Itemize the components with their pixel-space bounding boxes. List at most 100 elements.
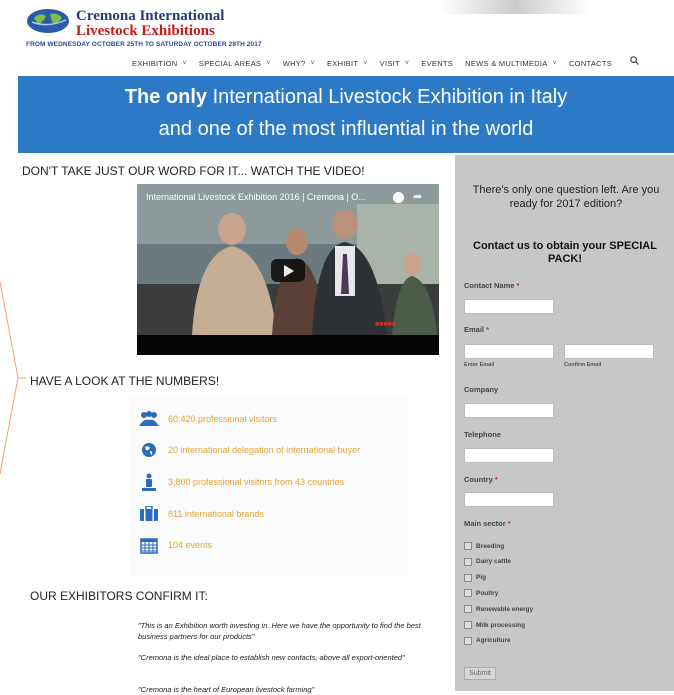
email-label-text: Email xyxy=(464,325,485,334)
nav-item-exhibit[interactable]: EXHIBIT ˅ xyxy=(327,56,368,70)
globe-icon xyxy=(138,441,160,459)
nav-item-events[interactable]: EVENTS xyxy=(421,56,453,70)
stat-item: 60,420 professional visitors xyxy=(138,409,277,429)
country-label: Country * xyxy=(464,475,498,484)
testimonial-quote: "Cremona is the heart of European livest… xyxy=(138,685,315,694)
watch-later-icon[interactable] xyxy=(393,192,404,203)
company-label: Company xyxy=(464,385,499,394)
numbers-heading: HAVE A LOOK AT THE NUMBERS! xyxy=(30,374,220,388)
sector-checkbox-renewable-energy[interactable]: Renewable energy xyxy=(464,605,534,614)
checkbox[interactable] xyxy=(464,557,472,566)
nav-item-special-areas[interactable]: SPECIAL AREAS ˅ xyxy=(199,56,271,70)
checkbox-label: Dairy cattle xyxy=(476,558,512,566)
checkbox[interactable] xyxy=(464,542,472,550)
video-player[interactable]: ■■■■■ International Livestock Exhibition… xyxy=(137,184,439,355)
form-question: There's only one question left. Are you … xyxy=(472,184,660,210)
people-icon xyxy=(138,410,160,428)
exhibitors-heading: OUR EXHIBITORS CONFIRM IT: xyxy=(30,589,208,603)
confirm-email-input[interactable] xyxy=(564,344,654,359)
testimonial-quote: "Cremona is the ideal place to establish… xyxy=(138,653,405,662)
event-dates: FROM WEDNESDAY OCTOBER 25TH TO SATURDAY … xyxy=(26,41,262,48)
sector-checkbox-milk-processing[interactable]: Milk processing xyxy=(464,621,525,629)
required-mark: * xyxy=(507,519,511,528)
country-input[interactable] xyxy=(464,492,554,507)
sector-checkbox-agriculture[interactable]: Agriculture xyxy=(464,636,511,645)
sector-checkbox-pig[interactable]: Pig xyxy=(464,573,487,582)
nav-item-label: EVENTS xyxy=(421,58,454,68)
submit-button[interactable]: Submit xyxy=(464,667,496,680)
required-mark: * xyxy=(516,281,520,290)
checkbox-label: Agriculture xyxy=(476,637,511,645)
telephone-label: Telephone xyxy=(464,430,501,439)
main-sector-label-text: Main sector xyxy=(464,519,506,528)
nav-item-label: EXHIBIT xyxy=(326,58,359,68)
main-nav: EXHIBITION ˅ SPECIAL AREAS ˅ WHY? ˅ EXHIBIT ˅ VI… xyxy=(132,56,639,70)
checkbox-label: Breeding xyxy=(476,542,505,550)
stat-text: 3,800 professional visitors from 43 coun… xyxy=(168,477,345,487)
nav-item-visit[interactable]: VISIT ˅ xyxy=(380,56,410,70)
share-icon[interactable]: ➦ xyxy=(413,190,422,203)
confirm-email-hint: Confirm Email xyxy=(564,362,602,368)
form-cta: Contact us to obtain your SPECIAL PACK! xyxy=(473,240,657,265)
calendar-icon xyxy=(138,536,160,554)
testimonial-quote: "This is an Exhibition worth investing i… xyxy=(138,621,421,641)
stat-text: 811 international brands xyxy=(168,509,264,519)
video-heading: DON'T TAKE JUST OUR WORD FOR IT... WATCH… xyxy=(22,164,365,178)
checkbox-label: Milk processing xyxy=(476,621,526,629)
telephone-input[interactable] xyxy=(464,448,554,463)
stat-text: 20 international delegation of internati… xyxy=(168,445,361,455)
video-control-bar xyxy=(137,335,439,355)
checkbox[interactable] xyxy=(464,573,472,582)
nav-item-exhibition[interactable]: EXHIBITION ˅ xyxy=(132,56,187,70)
sector-checkbox-poultry[interactable]: Poultry xyxy=(464,589,499,598)
chevron-down-icon: ˅ xyxy=(310,59,315,67)
chevron-down-icon: ˅ xyxy=(552,59,557,67)
nav-item-news-multimedia[interactable]: NEWS & MULTIMEDIA ˅ xyxy=(465,56,557,70)
briefcase-icon xyxy=(138,505,160,523)
stats-panel: 60,420 professional visitors 20 internat… xyxy=(130,396,408,576)
nav-item-label: NEWS & MULTIMEDIA xyxy=(465,58,548,68)
checkbox-label: Poultry xyxy=(476,589,499,597)
email-label: Email * xyxy=(464,325,489,334)
stat-item: 3,800 professional visitors from 43 coun… xyxy=(138,472,344,492)
video-title: International Livestock Exhibition 2016 … xyxy=(146,192,366,202)
stat-text: 104 events xyxy=(168,540,213,550)
checkbox-label: Renewable energy xyxy=(476,605,534,613)
nav-item-label: CONTACTS xyxy=(568,58,613,68)
svg-text:■■■■■: ■■■■■ xyxy=(375,321,396,328)
main-sector-label: Main sector * xyxy=(464,519,511,528)
globe-logo-icon xyxy=(27,9,69,33)
company-input[interactable] xyxy=(464,403,554,418)
chevron-down-icon: ˅ xyxy=(404,59,410,67)
contact-name-input[interactable] xyxy=(464,299,554,314)
required-mark: * xyxy=(494,475,498,484)
chevron-down-icon: ˅ xyxy=(363,59,368,67)
email-input[interactable] xyxy=(464,344,554,359)
nav-item-label: VISIT xyxy=(379,58,400,68)
banner-line-1: The only International Livestock Exhibit… xyxy=(18,86,674,109)
contact-name-label: Contact Name * xyxy=(464,281,519,290)
nav-item-contacts[interactable]: CONTACTS xyxy=(569,56,612,70)
nav-item-label: SPECIAL AREAS xyxy=(198,58,262,68)
chevron-down-icon: ˅ xyxy=(182,59,187,67)
search-icon[interactable] xyxy=(630,56,639,70)
site-logo[interactable]: Cremona International Livestock Exhibiti… xyxy=(26,8,326,52)
visitor-icon xyxy=(138,473,160,491)
checkbox-label: Pig xyxy=(476,574,487,582)
nav-item-label: EXHIBITION xyxy=(132,58,178,68)
page-fold-shadow xyxy=(440,0,590,14)
checkbox[interactable] xyxy=(464,605,472,614)
nav-item-why[interactable]: WHY? ˅ xyxy=(283,56,315,70)
stat-item: 20 international delegation of internati… xyxy=(138,440,360,460)
chevron-down-icon: ˅ xyxy=(266,59,271,67)
play-button[interactable] xyxy=(271,259,305,282)
checkbox[interactable] xyxy=(464,621,472,629)
required-mark: * xyxy=(486,325,490,334)
banner-line-1-rest: International Livestock Exhibition in It… xyxy=(207,86,568,108)
checkbox[interactable] xyxy=(464,636,472,645)
stat-item: 811 international brands xyxy=(138,504,264,524)
sector-checkbox-breeding[interactable]: Breeding xyxy=(464,542,504,550)
checkbox[interactable] xyxy=(464,589,472,598)
enter-email-hint: Enter Email xyxy=(464,362,495,368)
sector-checkbox-dairy-cattle[interactable]: Dairy cattle xyxy=(464,557,512,566)
